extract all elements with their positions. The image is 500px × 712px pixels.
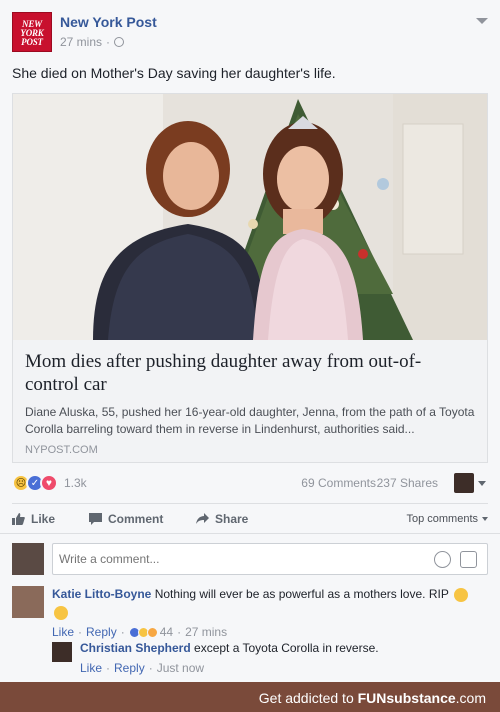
like-label: Like: [31, 512, 56, 526]
comment-body: Katie Litto-Boyne Nothing will ever be a…: [52, 586, 488, 640]
reply-like-link[interactable]: Like: [80, 660, 102, 676]
separator-dot: ·: [148, 661, 153, 675]
comment-label: Comment: [108, 512, 164, 526]
separator-dot: ·: [120, 625, 125, 639]
watermark-text: Get addicted to FUNsubstance.com: [259, 690, 486, 706]
link-domain: NYPOST.COM: [25, 444, 98, 456]
comment-input[interactable]: [59, 552, 389, 566]
comment-reaction-count[interactable]: 44: [160, 624, 173, 640]
reply-author[interactable]: Christian Shepherd: [80, 641, 191, 655]
emoji-icon[interactable]: [434, 551, 451, 568]
avatar[interactable]: [52, 642, 72, 662]
comment-composer[interactable]: [52, 543, 488, 575]
separator-dot: ·: [78, 625, 83, 639]
avatar[interactable]: [12, 586, 44, 618]
comment-author[interactable]: Katie Litto-Boyne: [52, 587, 151, 601]
photo-illustration: [13, 94, 487, 340]
reactions-summary: ☹ ✓ ♥ 1.3k 69 Comments 237 Shares: [12, 470, 488, 498]
comment-icon: [89, 513, 102, 525]
sticker-icon[interactable]: [460, 551, 477, 568]
share-icon: [196, 513, 209, 524]
comment-text: Nothing will ever be as powerful as a mo…: [154, 587, 449, 601]
reply-body: Christian Shepherd except a Toyota Corol…: [80, 640, 488, 676]
link-preview[interactable]: Mom dies after pushing daughter away fro…: [12, 93, 488, 463]
chevron-down-icon[interactable]: [478, 481, 486, 486]
comment-sort-dropdown[interactable]: Top comments: [406, 513, 488, 525]
thumbs-up-icon: [12, 513, 25, 525]
post-card: NEW YORK POST New York Post 27 mins · Sh…: [0, 0, 500, 682]
like-button[interactable]: Like: [12, 512, 55, 526]
sort-label: Top comments: [406, 513, 478, 525]
comment-time[interactable]: 27 mins: [185, 624, 227, 640]
reply-reply-link[interactable]: Reply: [114, 660, 145, 676]
crying-emoji-icon: [453, 587, 468, 602]
reaction-icons[interactable]: ☹ ✓ ♥: [12, 474, 58, 492]
page-logo[interactable]: NEW YORK POST: [12, 12, 52, 52]
reply-actions: Like · Reply · Just now: [80, 660, 488, 676]
post-text: She died on Mother's Day saving her daug…: [12, 65, 336, 81]
link-title[interactable]: Mom dies after pushing daughter away fro…: [25, 350, 475, 396]
comment-like-link[interactable]: Like: [52, 624, 74, 640]
logo-line: POST: [21, 37, 43, 47]
chevron-down-icon: [482, 517, 488, 521]
separator-dot: ·: [177, 625, 182, 639]
watermark-prefix: Get addicted to: [258, 690, 354, 706]
post-meta: 27 mins ·: [60, 35, 125, 49]
comment-actions: Like · Reply · 44 · 27 mins: [52, 624, 488, 640]
comment-reaction-icons[interactable]: [128, 626, 158, 638]
watermark-brand: FUNsubstance: [357, 690, 456, 706]
post-time[interactable]: 27 mins: [60, 35, 102, 49]
reaction-count[interactable]: 1.3k: [64, 476, 87, 490]
share-button[interactable]: Share: [196, 512, 248, 526]
watermark-suffix: .com: [455, 690, 486, 706]
post-header: NEW YORK POST New York Post 27 mins ·: [12, 12, 488, 52]
watermark-footer: Get addicted to FUNsubstance.com: [0, 682, 500, 712]
page-name-link[interactable]: New York Post: [60, 14, 157, 30]
action-bar: Like Comment Share Top comments: [12, 503, 488, 533]
chevron-down-icon[interactable]: [476, 18, 488, 24]
reply-text: except a Toyota Corolla in reverse.: [194, 641, 379, 655]
avatar[interactable]: [12, 543, 44, 575]
link-body[interactable]: Mom dies after pushing daughter away fro…: [13, 340, 487, 462]
link-description: Diane Aluska, 55, pushed her 16-year-old…: [25, 405, 475, 436]
viewer-avatar[interactable]: [454, 473, 474, 493]
crying-emoji-icon: [54, 605, 68, 620]
comment-button[interactable]: Comment: [89, 512, 163, 526]
share-label: Share: [215, 512, 249, 526]
separator-dot: ·: [106, 661, 111, 675]
reply-time[interactable]: Just now: [157, 660, 204, 676]
globe-icon: [114, 37, 125, 47]
love-reaction-icon: ♥: [40, 474, 58, 492]
wow-reaction-icon: [146, 626, 158, 638]
separator-dot: ·: [106, 35, 111, 49]
comment-count[interactable]: 69 Comments: [301, 476, 376, 490]
comment-reply-link[interactable]: Reply: [86, 624, 117, 640]
comments-section: Katie Litto-Boyne Nothing will ever be a…: [0, 533, 500, 682]
link-image[interactable]: [13, 94, 487, 340]
share-count[interactable]: 237 Shares: [377, 476, 438, 490]
